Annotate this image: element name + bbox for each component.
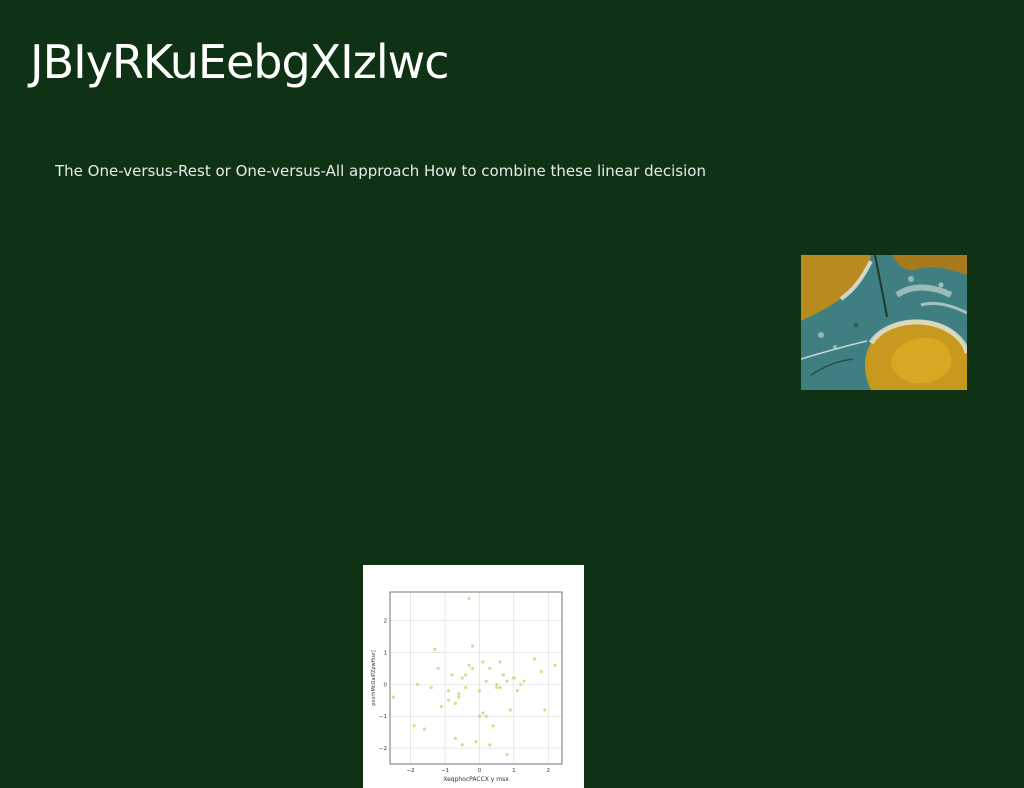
scatter-point bbox=[488, 743, 492, 747]
scatter-point bbox=[422, 727, 426, 731]
scatter-point bbox=[543, 708, 547, 712]
scatter-point bbox=[436, 666, 440, 671]
scatter-point bbox=[505, 752, 509, 757]
y-tick-label: 2 bbox=[384, 619, 388, 625]
scatter-point bbox=[467, 663, 471, 667]
scatter-point bbox=[495, 685, 499, 690]
y-tick-label: 1 bbox=[384, 651, 388, 657]
scatter-point bbox=[532, 657, 537, 661]
aerial-landscape-image bbox=[801, 255, 967, 390]
x-tick-label: 2 bbox=[546, 768, 550, 774]
scatter-point bbox=[460, 676, 464, 680]
scatter-point bbox=[453, 736, 457, 741]
scatter-point bbox=[553, 663, 557, 667]
y-axis-label: pxxrhMcOaiPZpwfhur] bbox=[371, 650, 377, 706]
slide-title: JBIyRKuEebgXIzlwc bbox=[30, 35, 450, 89]
y-tick-label: 0 bbox=[384, 682, 388, 688]
scatter-point bbox=[515, 689, 519, 693]
scatter-point bbox=[484, 679, 488, 683]
scatter-point bbox=[453, 701, 457, 706]
scatter-point bbox=[433, 647, 437, 651]
scatter-point bbox=[415, 682, 420, 686]
scatter-point bbox=[440, 705, 444, 709]
scatter-point bbox=[519, 682, 523, 686]
scatter-point bbox=[470, 666, 475, 671]
scatter-point bbox=[481, 660, 485, 664]
scatter-point bbox=[464, 673, 468, 677]
scatter-point bbox=[467, 596, 471, 600]
scatter-point bbox=[481, 711, 485, 715]
scatter-point bbox=[464, 685, 468, 690]
scatter-point bbox=[457, 695, 461, 699]
scatter-point bbox=[522, 679, 526, 683]
scatter-point bbox=[491, 724, 495, 728]
scatter-point bbox=[477, 689, 482, 693]
scatter-point bbox=[412, 724, 416, 728]
slide-body-text: The One-versus-Rest or One-versus-All ap… bbox=[55, 162, 706, 180]
scatter-point bbox=[477, 714, 482, 718]
x-tick-label: −2 bbox=[407, 768, 415, 774]
scatter-point bbox=[501, 673, 506, 677]
scatter-point bbox=[450, 673, 454, 677]
scatter-point bbox=[446, 689, 451, 693]
slide: JBIyRKuEebgXIzlwc The One-versus-Rest or… bbox=[0, 0, 1024, 788]
scatter-point bbox=[470, 644, 475, 648]
scatter-point bbox=[508, 708, 512, 712]
scatter-point bbox=[505, 679, 509, 683]
scatter-point bbox=[498, 685, 502, 690]
scatter-point bbox=[429, 685, 433, 690]
scatter-plot: −2 −2 −1 −1 0 0 1 1 2 2 XeqphocPACCX y msx pxxrhM… bbox=[371, 591, 563, 783]
scatter-point bbox=[495, 682, 499, 686]
x-tick-label: 1 bbox=[512, 768, 516, 774]
scatter-point bbox=[457, 692, 461, 696]
scatter-point bbox=[474, 740, 478, 744]
scatter-point bbox=[484, 714, 488, 718]
scatter-point bbox=[446, 698, 451, 702]
x-tick-label: 0 bbox=[478, 768, 482, 774]
scatter-point bbox=[498, 660, 502, 664]
scatter-point bbox=[539, 670, 543, 674]
scatter-point bbox=[391, 695, 396, 699]
aerial-landscape-drawing bbox=[801, 255, 967, 390]
y-tick-label: −1 bbox=[379, 714, 387, 720]
scatter-plot-image: −2 −2 −1 −1 0 0 1 1 2 2 XeqphocPACCX y msx pxxrhM… bbox=[363, 565, 584, 788]
scatter-point bbox=[488, 666, 492, 671]
x-tick-label: −1 bbox=[441, 768, 449, 774]
scatter-point bbox=[512, 676, 516, 680]
scatter-point bbox=[460, 743, 464, 747]
x-axis-label: XeqphocPACCX y msx bbox=[443, 776, 509, 783]
y-tick-label: −2 bbox=[379, 746, 387, 752]
